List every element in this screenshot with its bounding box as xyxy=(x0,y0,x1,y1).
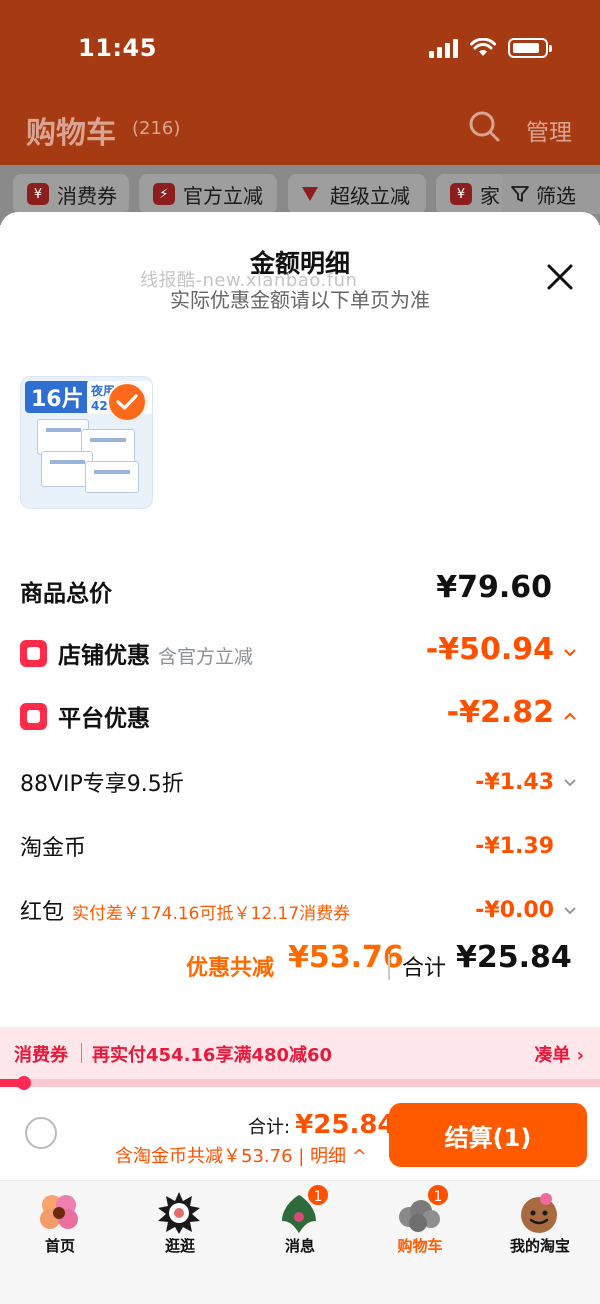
filter-chip-label: 超级立减 xyxy=(330,183,410,208)
status-icons xyxy=(429,38,552,58)
page-title: 购物车 xyxy=(26,116,116,151)
shop-discount-note: 含官方立减 xyxy=(158,646,254,668)
tab-cart[interactable]: 1 购物车 xyxy=(360,1181,480,1304)
filter-chip-voucher[interactable]: ¥ 消费券 xyxy=(13,174,129,214)
voucher-progress-handle xyxy=(17,1076,31,1090)
product-badge: 16片 xyxy=(25,381,90,413)
tab-label: 首页 xyxy=(44,1237,75,1255)
filter-label: 筛选 xyxy=(536,183,576,208)
chevron-down-icon[interactable] xyxy=(562,903,578,919)
filter-chip-label: 官方立减 xyxy=(183,183,263,208)
saving-label: 优惠共减 xyxy=(186,956,275,981)
wifi-icon xyxy=(470,38,496,56)
yen-icon: ¥ xyxy=(450,183,472,205)
stroll-icon xyxy=(158,1192,200,1234)
search-icon[interactable] xyxy=(468,110,500,142)
coins-discount-value: -¥1.39 xyxy=(475,834,554,859)
vip-discount-value: -¥1.43 xyxy=(475,770,554,795)
tab-home[interactable]: 首页 xyxy=(0,1181,120,1304)
tab-label: 购物车 xyxy=(397,1237,443,1255)
voucher-tag: 消费券 xyxy=(14,1045,68,1066)
profile-icon xyxy=(521,1193,557,1233)
tab-label: 逛逛 xyxy=(164,1237,195,1255)
voucher-bar[interactable]: 消费券 再实付454.16享满480减60 凑单 › xyxy=(0,1027,600,1079)
cart-count: (216) xyxy=(132,118,181,139)
tab-bar: 首页 逛逛 1 消息 1 购物车 我的淘宝 xyxy=(0,1180,600,1304)
goods-total-row: 商品总价 ¥79.60 xyxy=(20,570,580,614)
summary-line: 优惠共减 ¥53.76 合计 ¥25.84 xyxy=(0,940,600,990)
chevron-up-icon[interactable] xyxy=(562,708,578,724)
red-packet-note: 实付差￥174.16可抵￥12.17消费券 xyxy=(72,904,351,924)
coins-discount-row: 淘金币 -¥1.39 xyxy=(20,830,580,870)
platform-discount-row[interactable]: 平台优惠 -¥2.82 xyxy=(20,695,580,739)
tab-label: 消息 xyxy=(284,1237,315,1255)
tab-stroll[interactable]: 逛逛 xyxy=(120,1181,240,1304)
filter-chip-label: 消费券 xyxy=(57,183,117,208)
goods-total-label: 商品总价 xyxy=(20,581,112,607)
voucher-progress xyxy=(0,1076,600,1090)
filter-chip-official-discount[interactable]: ⚡ 官方立减 xyxy=(139,174,277,214)
checkout-total: 合计: ¥25.84 xyxy=(248,1110,396,1140)
battery-icon xyxy=(508,38,552,58)
selected-check-icon xyxy=(107,382,147,422)
red-packet-label: 红包 实付差￥174.16可抵￥12.17消费券 xyxy=(20,900,351,925)
product-pack xyxy=(85,461,139,493)
amount-detail-sheet: 金额明细 线报酷-new.xianbao.fun 实际优惠金额请以下单页为准 1… xyxy=(0,212,600,1180)
yen-icon: ¥ xyxy=(27,183,49,205)
app-header: 11:45 购物车 (216) 管理 xyxy=(0,0,600,165)
red-packet-row[interactable]: 红包 实付差￥174.16可抵￥12.17消费券 -¥0.00 xyxy=(20,894,580,934)
coins-discount-label: 淘金币 xyxy=(20,836,87,861)
select-all-checkbox[interactable] xyxy=(25,1117,57,1149)
tab-label: 我的淘宝 xyxy=(509,1237,570,1255)
home-flower-icon xyxy=(40,1195,78,1229)
filter-chip-home[interactable]: ¥ 家 xyxy=(436,174,506,214)
status-time: 11:45 xyxy=(78,34,157,62)
arrow-down-icon xyxy=(302,187,318,201)
divider xyxy=(81,1043,82,1063)
chevron-down-icon[interactable] xyxy=(562,645,578,661)
shop-discount-value: -¥50.94 xyxy=(425,632,554,667)
add-items-link[interactable]: 凑单 › xyxy=(534,1041,584,1067)
chevron-down-icon[interactable] xyxy=(562,775,578,791)
tab-profile[interactable]: 我的淘宝 xyxy=(480,1181,600,1304)
total-value: ¥25.84 xyxy=(456,940,572,975)
red-packet-value: -¥0.00 xyxy=(475,898,554,923)
checkout-total-value: ¥25.84 xyxy=(295,1110,396,1140)
vip-discount-row[interactable]: 88VIP专享9.5折 -¥1.43 xyxy=(20,766,580,806)
tab-badge: 1 xyxy=(306,1183,330,1207)
filter-chip-label: 家 xyxy=(480,183,500,208)
saving-value: ¥53.76 xyxy=(288,940,404,975)
vip-discount-label: 88VIP专享9.5折 xyxy=(20,772,184,797)
total-label: 合计 xyxy=(402,956,447,981)
sheet-subtitle: 实际优惠金额请以下单页为准 xyxy=(170,288,430,312)
divider xyxy=(388,954,390,980)
filter-chip-super-discount[interactable]: 超级立减 xyxy=(288,174,426,214)
lightning-icon: ⚡ xyxy=(153,183,175,205)
shop-icon xyxy=(20,640,47,667)
tab-messages[interactable]: 1 消息 xyxy=(240,1181,360,1304)
cellular-signal-icon xyxy=(429,38,458,58)
platform-discount-value: -¥2.82 xyxy=(446,695,554,730)
checkout-button[interactable]: 结算(1) xyxy=(389,1103,587,1167)
close-icon[interactable] xyxy=(545,262,575,292)
shop-discount-label: 店铺优惠 含官方立减 xyxy=(58,643,254,669)
manage-button[interactable]: 管理 xyxy=(526,113,572,147)
tab-badge: 1 xyxy=(426,1183,450,1207)
filter-button[interactable]: 筛选 xyxy=(502,174,600,214)
goods-total-value: ¥79.60 xyxy=(436,570,552,605)
checkout-saving-detail[interactable]: 含淘金币共减￥53.76 | 明细 ^ xyxy=(115,1142,367,1168)
funnel-icon xyxy=(511,186,529,202)
voucher-text: 再实付454.16享满480减60 xyxy=(92,1045,333,1066)
platform-icon xyxy=(20,703,47,730)
shop-discount-row[interactable]: 店铺优惠 含官方立减 -¥50.94 xyxy=(20,632,580,676)
status-bar: 11:45 xyxy=(0,0,600,96)
platform-discount-label: 平台优惠 xyxy=(58,706,150,732)
checkout-total-label: 合计: xyxy=(248,1117,291,1138)
